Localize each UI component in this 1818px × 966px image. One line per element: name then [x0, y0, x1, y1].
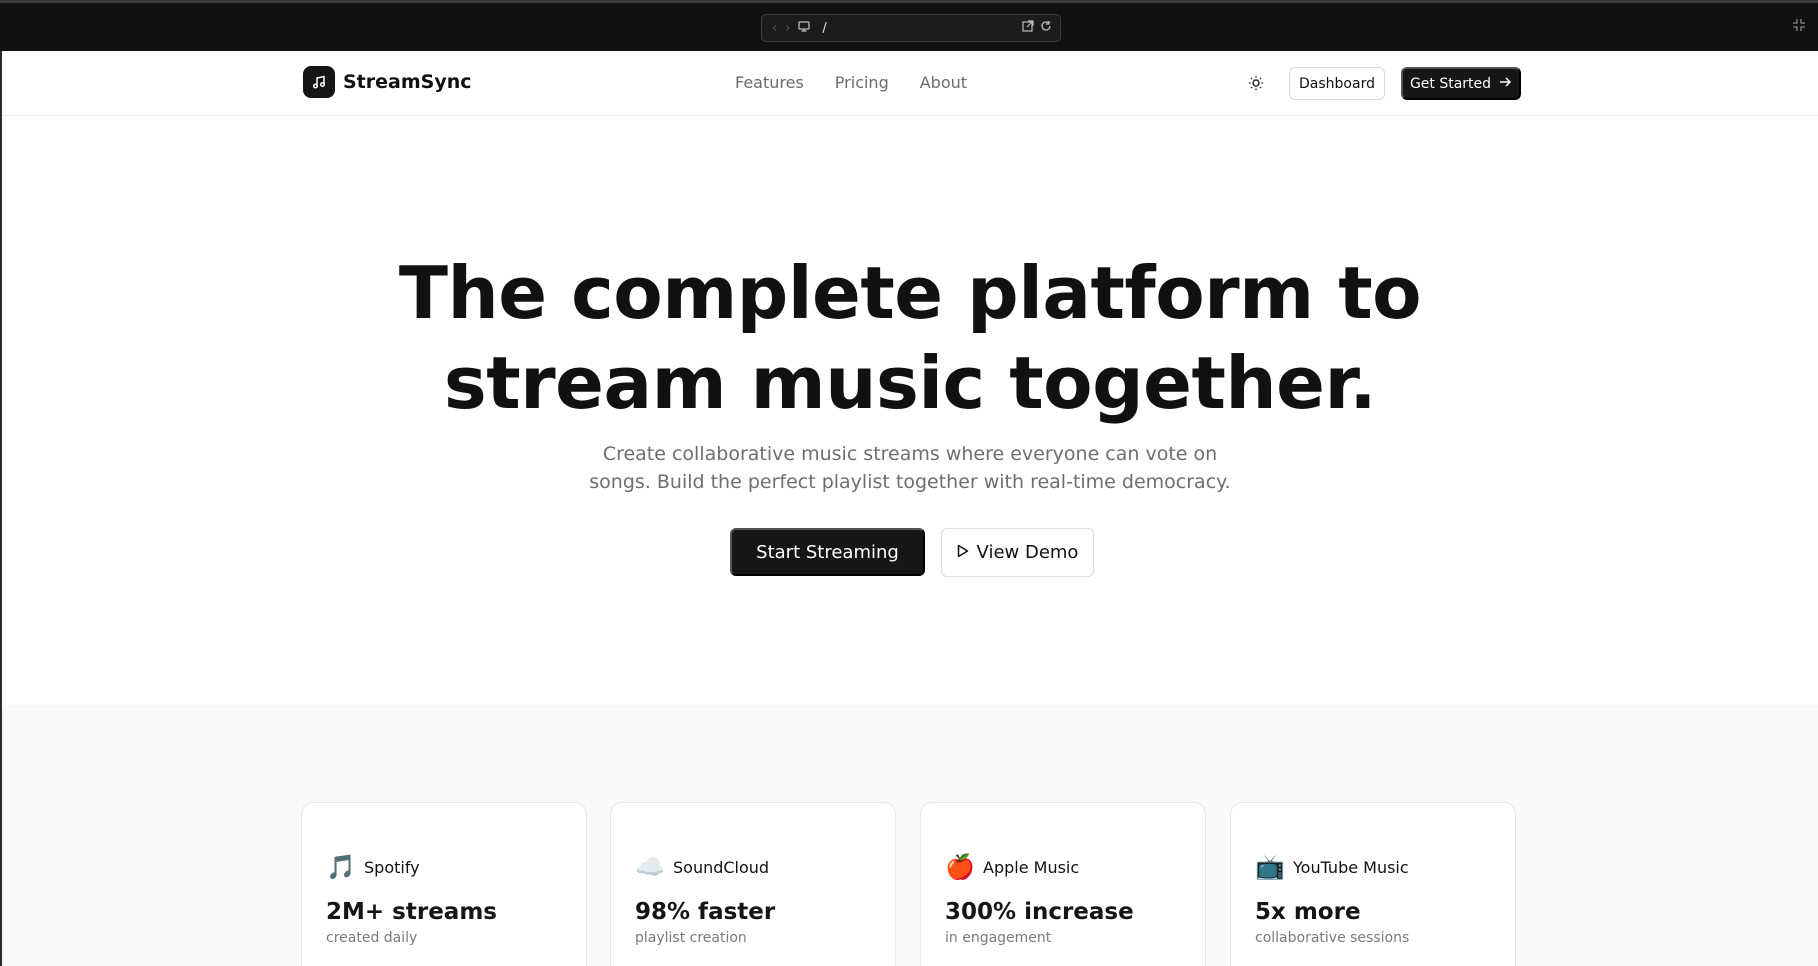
- brand-link[interactable]: StreamSync: [303, 66, 472, 98]
- nav-pricing[interactable]: Pricing: [835, 73, 889, 92]
- browser-toolbar: ‹ › /: [0, 0, 1818, 51]
- stat-card-caption: in engagement: [945, 930, 1052, 946]
- hero-section: The complete platform to stream music to…: [2, 116, 1818, 705]
- hero-subtitle-line2: songs. Build the perfect playlist togeth…: [589, 471, 1231, 493]
- hero-subtitle-line1: Create collaborative music streams where…: [602, 443, 1218, 465]
- sun-icon[interactable]: [1246, 73, 1266, 93]
- dashboard-button[interactable]: Dashboard: [1289, 67, 1385, 100]
- play-icon: [957, 542, 969, 563]
- stat-card-caption: created daily: [326, 930, 418, 946]
- get-started-button[interactable]: Get Started: [1401, 67, 1521, 100]
- nav-features[interactable]: Features: [735, 73, 804, 92]
- open-external-icon[interactable]: [1022, 20, 1034, 35]
- stat-card-value: 98% faster: [635, 899, 776, 925]
- arrow-right-icon: [1499, 76, 1512, 92]
- url-path: /: [822, 20, 827, 36]
- apple-emoji-icon: 🍎: [945, 853, 975, 881]
- brand-name: StreamSync: [343, 71, 472, 93]
- forward-icon[interactable]: ›: [785, 21, 790, 36]
- get-started-label: Get Started: [1409, 75, 1492, 92]
- view-demo-label: View Demo: [976, 542, 1079, 563]
- refresh-icon[interactable]: [1040, 20, 1052, 35]
- start-streaming-button[interactable]: Start Streaming: [730, 528, 925, 576]
- stat-card-name: YouTube Music: [1293, 857, 1409, 877]
- stat-card-caption: playlist creation: [635, 930, 747, 946]
- hero-title: The complete platform to stream music to…: [2, 248, 1818, 428]
- stat-card-caption: collaborative sessions: [1255, 930, 1410, 946]
- stat-card-name: SoundCloud: [673, 857, 770, 877]
- cloud-emoji-icon: ☁️: [635, 853, 665, 881]
- main-nav: Features Pricing About: [735, 73, 967, 92]
- nav-about[interactable]: About: [920, 73, 967, 92]
- address-bar[interactable]: ‹ › /: [761, 14, 1061, 42]
- back-icon[interactable]: ‹: [772, 21, 777, 36]
- television-emoji-icon: 📺: [1255, 853, 1285, 881]
- monitor-icon: [798, 21, 811, 35]
- stat-card-spotify: 🎵 Spotify 2M+ streams created daily: [301, 802, 587, 966]
- stat-card-value: 5x more: [1255, 899, 1361, 925]
- stats-section: 🎵 Spotify 2M+ streams created daily ☁️ S…: [2, 705, 1818, 966]
- hero-title-line1: The complete platform to: [398, 251, 1422, 335]
- hero-subtitle: Create collaborative music streams where…: [560, 440, 1260, 496]
- stat-card-value: 300% increase: [945, 899, 1134, 925]
- stat-card-youtube-music: 📺 YouTube Music 5x more collaborative se…: [1230, 802, 1516, 966]
- site-header: StreamSync Features Pricing About Dashbo…: [2, 51, 1818, 116]
- stat-card-soundcloud: ☁️ SoundCloud 98% faster playlist creati…: [610, 802, 896, 966]
- stat-card-name: Apple Music: [983, 857, 1080, 877]
- stat-card-apple-music: 🍎 Apple Music 300% increase in engagemen…: [920, 802, 1206, 966]
- exit-fullscreen-icon[interactable]: [1792, 18, 1806, 36]
- stat-card-name: Spotify: [364, 857, 420, 877]
- music-note-icon: [303, 66, 335, 98]
- hero-title-line2: stream music together.: [443, 341, 1377, 425]
- music-note-emoji-icon: 🎵: [326, 853, 356, 881]
- view-demo-button[interactable]: View Demo: [941, 528, 1094, 577]
- stat-card-value: 2M+ streams: [326, 899, 497, 925]
